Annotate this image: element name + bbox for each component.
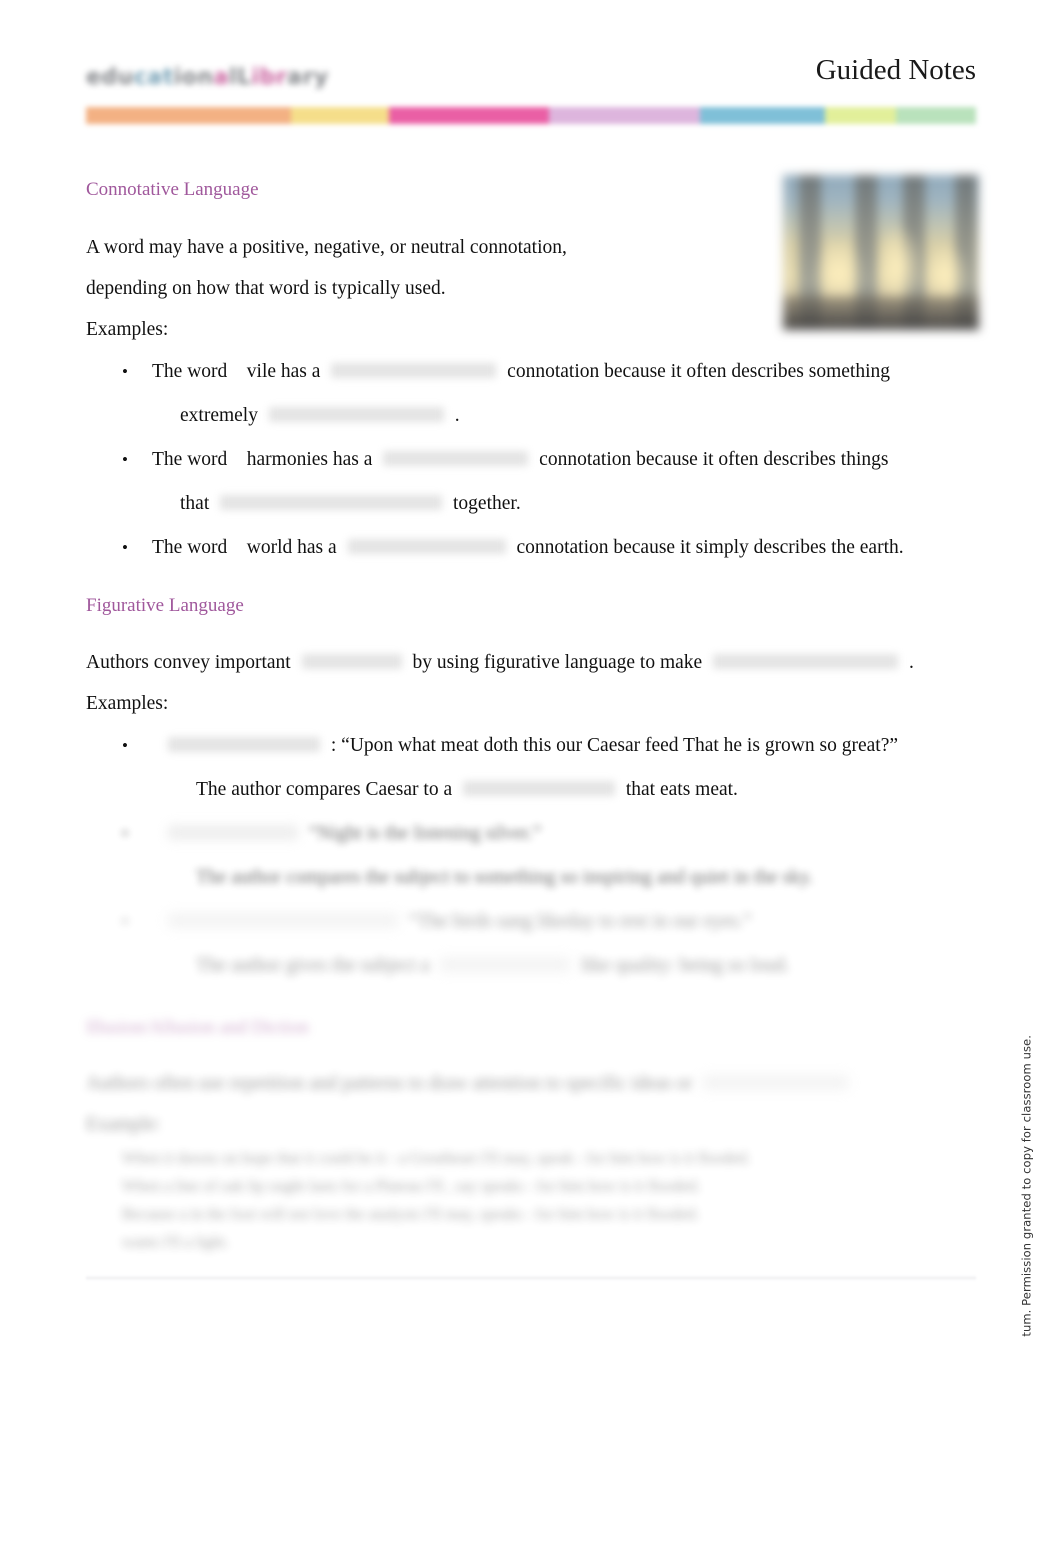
section-3-line: When a line of oak lip ought lasts for a… [122, 1178, 701, 1196]
bullet-2-cont-part-1: that [180, 492, 210, 514]
section-3-line: wants I'll a light. [122, 1234, 229, 1252]
color-bar-segment-lavender [548, 107, 701, 124]
fill-in-blank[interactable] [220, 494, 443, 510]
bullet-2-part-1: The word [152, 448, 228, 470]
section-3-intro-text: Authors often use repetition and pattern… [86, 1073, 693, 1095]
color-bar-segment-lime [824, 107, 896, 124]
fill-in-blank[interactable] [713, 653, 899, 669]
copyright-side-note: tum. Permission granted to copy for clas… [1020, 1035, 1034, 1337]
document-page: educationalLibrary Guided Notes Connotat… [0, 0, 1062, 1561]
connotative-examples-list: The word vile has a connotation because … [86, 350, 976, 570]
figurative-examples-list: : “Upon what meat doth this our Caesar f… [86, 724, 976, 988]
bullet-1-continuation: extremely . [152, 394, 976, 438]
bullet-3-part-1: The word [152, 536, 228, 558]
section-3-example-lines: When it dawns on hope that it could be i… [86, 1145, 976, 1257]
bullet-3-part-2: connotation because it simply describes … [516, 536, 904, 558]
bullet-2-continuation: that together. [152, 482, 976, 526]
figurative-intro-part-1: Authors convey important [86, 651, 291, 673]
fill-in-blank[interactable] [168, 736, 320, 752]
figurative-intro-part-3: . [908, 651, 914, 673]
bullet-2-cont-part-2: together. [453, 492, 521, 514]
bullet-1-target-word: vile has a [246, 360, 321, 382]
connotative-examples-label: Examples: [86, 318, 169, 340]
page-title: Guided Notes [815, 54, 976, 86]
color-bar-segment-blue [700, 107, 825, 124]
figurative-bullet-1-cont-part-1: The author compares Caesar to a [196, 778, 453, 800]
list-item: “Night is the listening silver.” The aut… [86, 812, 976, 900]
bullet-1-cont-part-1: extremely [180, 404, 258, 426]
section-3-line: When it dawns on hope that it could be i… [122, 1150, 751, 1168]
figurative-bullet-3-continuation: The author gives the subject a like qual… [168, 944, 976, 988]
bullet-2-target-word: harmonies has a [246, 448, 373, 470]
fill-in-blank[interactable] [168, 824, 298, 840]
figurative-bullet-2-continuation: The author compares the subject to somet… [168, 856, 976, 900]
figurative-bullet-3-quote: “The birds sang likeday to rest in our e… [408, 910, 752, 932]
section-heading-figurative-language: Figurative Language [86, 594, 244, 616]
figurative-bullet-2-cont-text: The author compares the subject to somet… [196, 866, 814, 888]
section-heading-repetition-and-diction: Illusion/Allusion and Diction [86, 1016, 309, 1038]
figurative-intro-line: Authors convey important by using figura… [86, 642, 976, 683]
fill-in-blank[interactable] [168, 912, 398, 928]
connotative-intro-line-1: A word may have a positive, negative, or… [86, 236, 567, 258]
document-content: Connotative Language A word may have a p… [86, 178, 976, 1257]
footer-divider [86, 1277, 976, 1279]
color-bar-segment-yellow [290, 107, 389, 124]
connotative-intro-line-2: depending on how that word is typically … [86, 277, 446, 299]
list-item: The word vile has a connotation because … [86, 350, 976, 438]
publisher-logo-text: educationalLibrary [86, 65, 329, 90]
figurative-bullet-2-quote: “Night is the listening silver.” [308, 822, 542, 844]
fill-in-blank[interactable] [383, 450, 529, 466]
color-bar-segment-orange [86, 107, 291, 124]
decorative-color-bar [86, 107, 976, 124]
list-item: : “Upon what meat doth this our Caesar f… [86, 724, 976, 812]
fill-in-blank[interactable] [703, 1075, 849, 1091]
fill-in-blank[interactable] [462, 780, 615, 796]
list-item: The word world has a connotation because… [86, 526, 976, 570]
bullet-2-part-2: connotation because it often describes t… [539, 448, 889, 470]
figurative-bullet-1-quote: : “Upon what meat doth this our Caesar f… [330, 734, 899, 756]
section-heading-connotative-language: Connotative Language [86, 179, 259, 200]
figurative-bullet-1-continuation: The author compares Caesar to a that eat… [168, 768, 976, 812]
figurative-intro-part-2: by using figurative language to make [412, 651, 703, 673]
section-3-intro-line: Authors often use repetition and pattern… [86, 1063, 976, 1104]
figurative-bullet-3-cont-part-2: like quality: being so loud. [581, 954, 790, 976]
section-3-examples-label: Example: [86, 1114, 161, 1136]
section-3-line: Because a in the foot will not love the … [122, 1206, 700, 1224]
fill-in-blank[interactable] [301, 653, 402, 669]
publisher-logo: educationalLibrary [86, 58, 329, 98]
bullet-1-part-2: connotation because it often describes s… [507, 360, 891, 382]
fill-in-blank[interactable] [440, 956, 571, 972]
bullet-1-part-1: The word [152, 360, 228, 382]
figurative-examples-label: Examples: [86, 692, 169, 714]
color-bar-segment-green [895, 107, 976, 124]
fill-in-blank[interactable] [347, 538, 506, 554]
color-bar-segment-magenta [388, 107, 549, 124]
fill-in-blank[interactable] [331, 362, 497, 378]
figurative-bullet-1-cont-part-2: that eats meat. [625, 778, 738, 800]
bullet-1-cont-part-2: . [454, 404, 460, 426]
list-item: The word harmonies has a connotation bec… [86, 438, 976, 526]
fill-in-blank[interactable] [268, 406, 444, 422]
figurative-bullet-3-cont-part-1: The author gives the subject a [196, 954, 430, 976]
list-item: “The birds sang likeday to rest in our e… [86, 900, 976, 988]
bullet-3-target-word: world has a [246, 536, 337, 558]
